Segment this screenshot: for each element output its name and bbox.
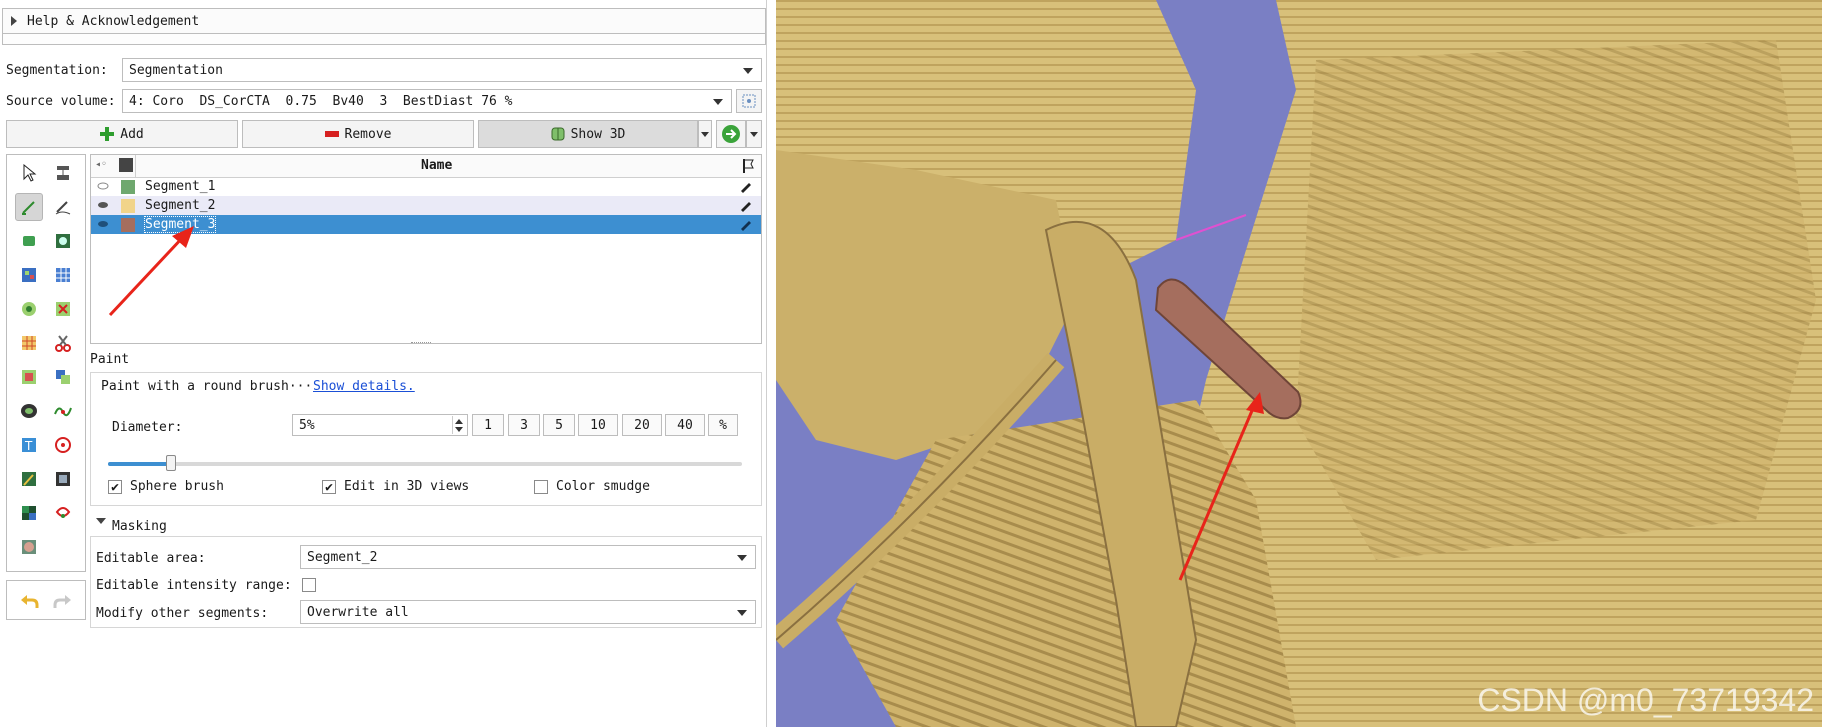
annotation-arrow-left xyxy=(108,226,194,317)
segment-editor-panel: Help & Acknowledgement Segmentation: Seg… xyxy=(0,0,767,727)
watermark-text: CSDN @m0_73719342 xyxy=(1477,682,1814,718)
3d-rendering xyxy=(776,0,1822,727)
3d-view[interactable]: CSDN @m0_73719342 xyxy=(776,0,1822,727)
